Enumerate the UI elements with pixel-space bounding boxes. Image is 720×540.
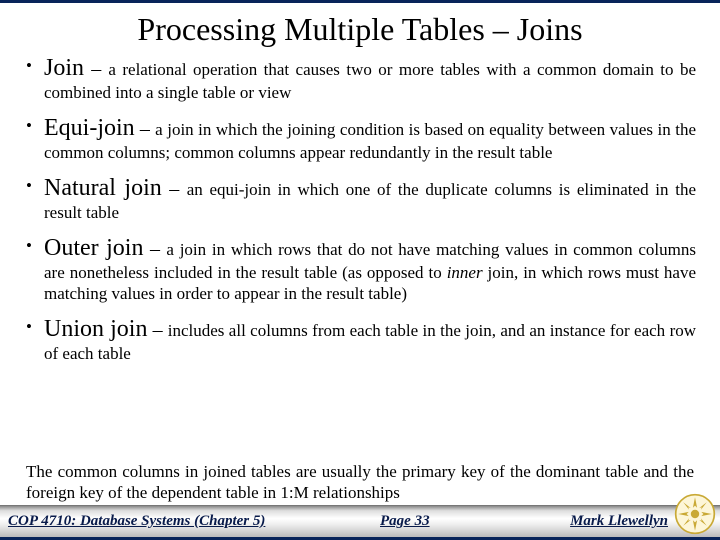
term: Outer join [44, 235, 143, 261]
bullet-list: Join – a relational operation that cause… [24, 54, 696, 365]
dash: – [135, 118, 156, 140]
slide-note: The common columns in joined tables are … [0, 458, 720, 505]
bullet-join: Join – a relational operation that cause… [24, 54, 696, 104]
definition-em: inner [447, 263, 483, 282]
ucf-logo-icon [674, 493, 716, 535]
slide: Processing Multiple Tables – Joins Join … [0, 0, 720, 540]
footer-author: Mark Llewellyn [570, 513, 668, 530]
term: Equi-join [44, 115, 135, 141]
definition: a relational operation that causes two o… [44, 60, 696, 102]
dash: – [162, 178, 187, 200]
dash: – [147, 319, 167, 341]
footer-course: COP 4710: Database Systems (Chapter 5) [8, 513, 265, 530]
dash: – [143, 238, 166, 260]
bullet-union-join: Union join – includes all columns from e… [24, 315, 696, 365]
slide-title: Processing Multiple Tables – Joins [0, 3, 720, 54]
term: Join [44, 55, 84, 81]
slide-body: Join – a relational operation that cause… [0, 54, 720, 458]
bullet-natural-join: Natural join – an equi-join in which one… [24, 174, 696, 224]
bullet-equi-join: Equi-join – a join in which the joining … [24, 114, 696, 164]
term: Natural join [44, 175, 162, 201]
dash: – [84, 58, 108, 80]
bullet-outer-join: Outer join – a join in which rows that d… [24, 234, 696, 305]
footer-page: Page 33 [380, 513, 430, 530]
term: Union join [44, 316, 147, 342]
slide-footer: COP 4710: Database Systems (Chapter 5) P… [0, 505, 720, 537]
